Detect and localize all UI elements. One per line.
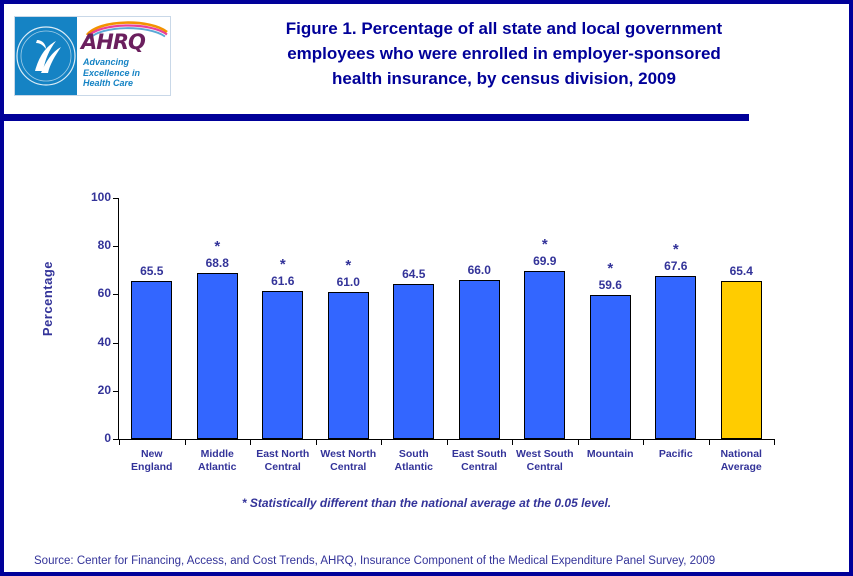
significance-asterisk: * xyxy=(279,255,286,273)
ahrq-acronym: AHRQ xyxy=(81,30,146,54)
significance-asterisk: * xyxy=(214,238,221,256)
hhs-seal-icon xyxy=(15,17,77,95)
significance-asterisk: * xyxy=(607,260,614,278)
bar xyxy=(131,281,173,439)
y-tick-label: 60 xyxy=(97,286,111,301)
y-axis-title: Percentage xyxy=(40,261,55,337)
x-tick xyxy=(577,439,579,445)
x-tick xyxy=(381,439,382,445)
significance-asterisk: * xyxy=(541,235,548,253)
x-tick xyxy=(643,439,644,445)
y-axis-line xyxy=(118,198,119,439)
bar xyxy=(393,283,435,439)
bar-value-label: 65.5 xyxy=(140,264,164,279)
ahrq-tagline: Advancing Excellence in Health Care xyxy=(83,57,140,89)
x-label-line: Central xyxy=(526,461,563,473)
x-label-line: Average xyxy=(720,461,762,473)
significance-asterisk: * xyxy=(345,256,352,274)
plot-area: 0 20 40 60 80 100 65.5 68.8 * 61.6 * 61.0 * 64.5 66.0… xyxy=(91,190,775,473)
figure-title-line-2: employees who were enrolled in employer-… xyxy=(287,44,721,63)
bar-value-label: 61.6 xyxy=(271,273,295,288)
y-tick-label: 40 xyxy=(97,334,111,349)
x-tick xyxy=(119,439,120,445)
figure-header: AHRQ Advancing Excellence in Health Care… xyxy=(4,4,849,121)
bar xyxy=(655,276,697,439)
figure-footnote: * Statistically different than the natio… xyxy=(241,496,612,510)
figure-page: AHRQ Advancing Excellence in Health Care… xyxy=(0,0,853,576)
figure-title: Figure 1. Percentage of all state and lo… xyxy=(184,16,824,91)
bar xyxy=(720,281,762,439)
x-tick xyxy=(446,439,448,445)
ahrq-wordmark: AHRQ Advancing Excellence in Health Care xyxy=(77,17,170,95)
x-tick xyxy=(250,439,251,445)
x-category-label: National Average xyxy=(696,448,786,474)
y-tick xyxy=(113,390,119,392)
bar-value-label: 66.0 xyxy=(467,262,491,277)
bar xyxy=(524,270,566,439)
x-tick xyxy=(774,439,775,445)
figure-source: Source: Center for Financing, Access, an… xyxy=(34,555,716,567)
ahrq-tagline-line-1: Advancing xyxy=(83,57,130,67)
y-tick xyxy=(113,198,119,199)
y-tick-label: 80 xyxy=(97,238,111,253)
y-tick-label: 20 xyxy=(97,382,111,397)
ahrq-tagline-line-2: Excellence in xyxy=(83,67,141,78)
bar xyxy=(458,279,500,439)
y-tick-label: 0 xyxy=(104,431,111,445)
ahrq-tagline-line-3: Health Care xyxy=(83,78,134,88)
bar xyxy=(327,292,369,439)
x-label-line: National xyxy=(720,448,762,460)
y-tick xyxy=(113,246,119,248)
x-tick xyxy=(512,439,513,445)
bar-value-label: 64.5 xyxy=(402,266,426,281)
bar xyxy=(589,295,631,439)
y-tick xyxy=(113,342,119,344)
ahrq-logo: AHRQ Advancing Excellence in Health Care xyxy=(14,16,171,96)
x-tick xyxy=(708,439,710,445)
x-tick xyxy=(184,439,186,445)
bar-value-label: 69.9 xyxy=(533,253,557,268)
figure-title-line-3: health insurance, by census division, 20… xyxy=(332,69,676,88)
bar-value-label: 59.6 xyxy=(598,278,622,293)
x-tick xyxy=(315,439,317,445)
figure-title-line-1: Figure 1. Percentage of all state and lo… xyxy=(285,19,723,38)
y-tick-label: 100 xyxy=(90,190,111,204)
bar-value-label: 61.0 xyxy=(336,274,360,289)
bar xyxy=(262,290,304,439)
significance-asterisk: * xyxy=(672,241,679,259)
y-tick xyxy=(113,294,119,296)
bar-value-label: 65.4 xyxy=(729,264,753,279)
bar-value-label: 67.6 xyxy=(664,259,688,274)
bar xyxy=(196,273,238,439)
bar-chart: Percentage 0 20 40 60 80 100 65.5 68.8 * 61.6 * 61… xyxy=(4,121,849,481)
bar-value-label: 68.8 xyxy=(205,256,229,271)
header-divider xyxy=(4,114,749,121)
